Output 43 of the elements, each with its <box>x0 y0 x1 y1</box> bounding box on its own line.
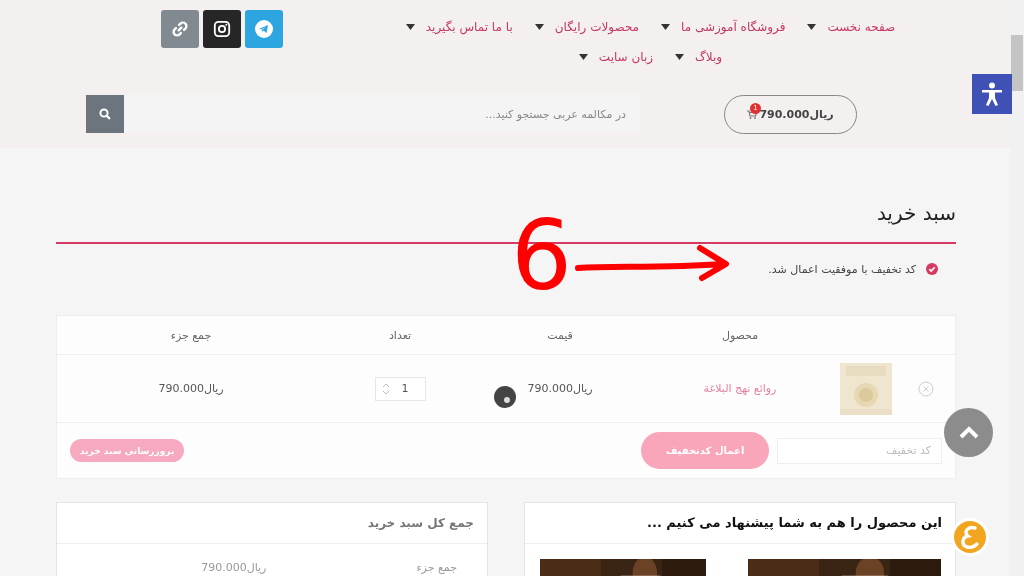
column-header: تعداد <box>387 328 413 342</box>
search-field[interactable]: در مکالمه عربی جستجو کنید... <box>124 95 640 133</box>
column-header: قیمت <box>546 328 574 342</box>
nav-menu-item[interactable]: صفحه نخست <box>807 20 896 34</box>
caret-icon <box>405 24 415 30</box>
search-icon <box>99 108 111 120</box>
nav-menu-item[interactable]: فروشگاه آموزشی ما <box>661 20 786 34</box>
paper-plane-icon <box>254 19 274 39</box>
section-title: جمع کل سبد خرید <box>57 503 487 544</box>
caret-icon <box>661 24 671 30</box>
product-link[interactable]: روائع نهج البلاغة <box>645 382 835 395</box>
table-cell-text: ریال790.000 <box>157 382 225 395</box>
cart-icon <box>747 109 758 119</box>
quantity-field[interactable]: 1 <box>374 376 426 401</box>
caret-icon <box>675 54 685 60</box>
coupon-field[interactable]: کد تخفیف <box>777 437 942 464</box>
table-cell-text: ریال790.000 <box>526 382 594 395</box>
chevron-up-icon <box>958 425 979 440</box>
loading-icon <box>494 386 516 408</box>
total-value: ریال790.000 <box>201 561 267 574</box>
camera-icon <box>213 20 231 38</box>
chain-link-icon <box>171 20 189 38</box>
scroll-to-top-button[interactable] <box>944 408 993 457</box>
column-header: جمع جزء <box>169 328 213 342</box>
check-circle-icon <box>926 263 938 275</box>
remove-icon <box>918 380 934 397</box>
spinner-arrows-icon <box>381 381 390 396</box>
success-message: کد تخفیف با موفقیت اعمال شد. <box>768 262 916 276</box>
caret-icon <box>807 24 817 30</box>
scrollbar-thumb[interactable] <box>1011 35 1023 91</box>
column-header: محصول <box>720 328 760 342</box>
caret-icon <box>578 54 588 60</box>
nav-menu-item[interactable]: زبان سایت <box>578 50 654 64</box>
caret-icon <box>534 24 544 30</box>
nav-menu-item[interactable]: وبلاگ <box>675 50 723 64</box>
accessibility-button[interactable] <box>972 74 1012 114</box>
instagram-link[interactable] <box>203 10 241 48</box>
nav-menu-item[interactable]: با ما تماس بگیرید <box>405 20 513 34</box>
person-icon <box>981 82 1003 106</box>
nav-menu-item[interactable]: محصولات رایگان <box>534 20 640 34</box>
total-label: جمع جزء <box>416 561 457 574</box>
search-button[interactable] <box>86 95 124 133</box>
cart-total: ریال790.000 <box>759 107 834 121</box>
